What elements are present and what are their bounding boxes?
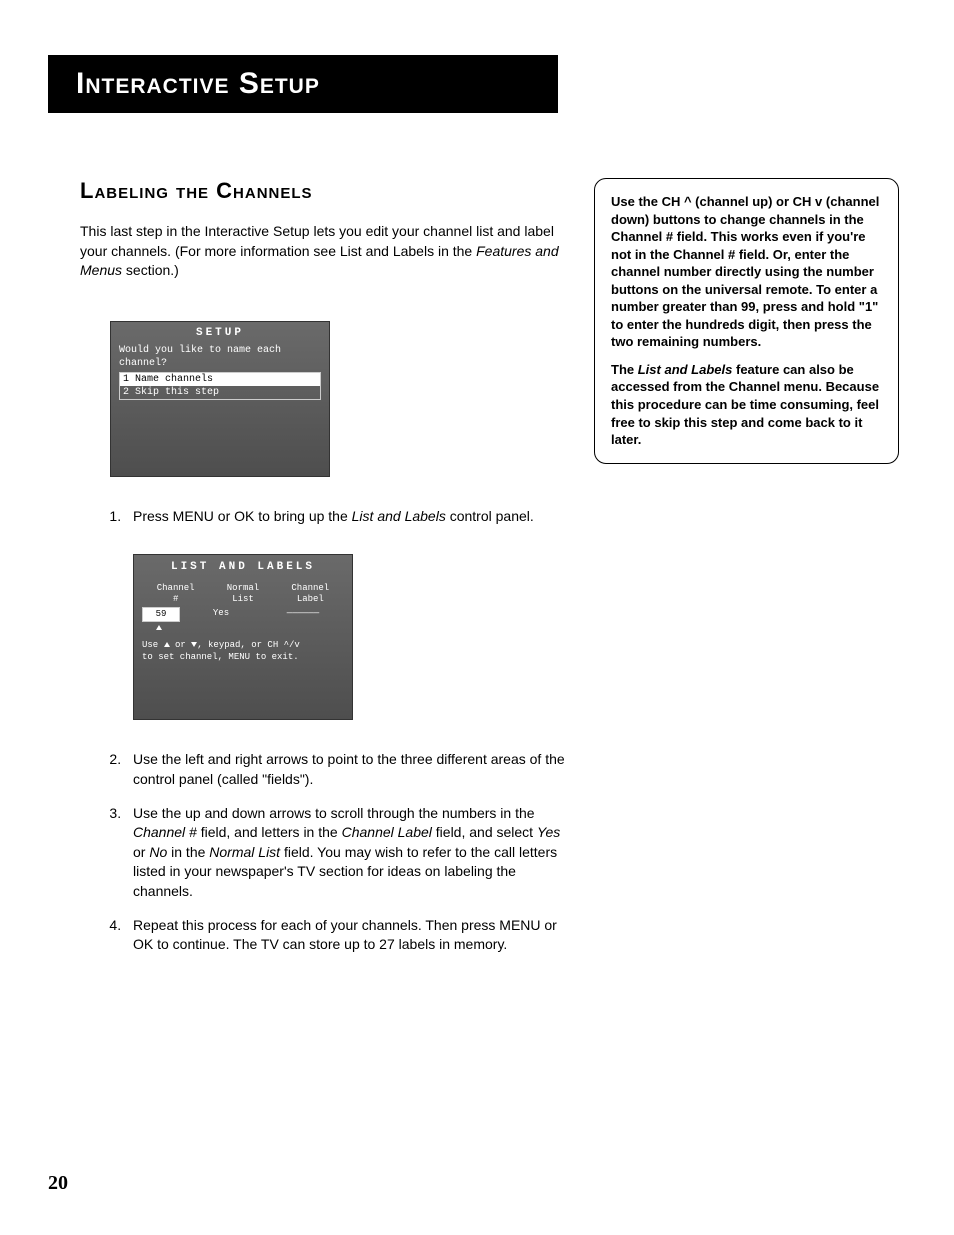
setup-option-2: 2 Skip this step — [120, 386, 320, 399]
step-3: Use the up and down arrows to scroll thr… — [125, 804, 575, 902]
labels-screen-title: LIST AND LABELS — [134, 555, 352, 578]
header-title: Interactive Setup — [76, 67, 538, 101]
sidebar-p1: Use the CH ^ (channel up) or CH v (chann… — [611, 193, 882, 351]
sidebar-p2: The List and Labels feature can also be … — [611, 361, 882, 449]
col-channel-label: Channel Label — [277, 583, 344, 605]
step1-italic: List and Labels — [352, 508, 446, 524]
col-normal-list: Normal List — [209, 583, 276, 605]
arrow-up-icon — [156, 625, 162, 630]
sidebar-note: Use the CH ^ (channel up) or CH v (chann… — [594, 178, 899, 464]
label-value: —————— — [262, 607, 344, 622]
setup-screen: SETUP Would you like to name each channe… — [110, 321, 330, 477]
setup-prompt-line2: channel? — [119, 357, 321, 370]
labels-screen: LIST AND LABELS Channel # Normal List Ch… — [133, 554, 353, 720]
page-header: Interactive Setup — [48, 55, 558, 113]
step-4: Repeat this process for each of your cha… — [125, 916, 575, 955]
step1-text-b: control panel. — [446, 508, 534, 524]
labels-value-row: 59 Yes —————— — [142, 607, 344, 622]
col-channel-num: Channel # — [142, 583, 209, 605]
setup-prompt-line1: Would you like to name each — [119, 344, 321, 357]
intro-paragraph: This last step in the Interactive Setup … — [80, 222, 575, 281]
step1-text-a: Press MENU or OK to bring up the — [133, 508, 352, 524]
step-2: Use the left and right arrows to point t… — [125, 750, 575, 789]
setup-option-1: 1 Name channels — [120, 373, 320, 386]
list-value: Yes — [180, 607, 262, 622]
setup-screen-title: SETUP — [111, 322, 329, 342]
channel-arrow-hint — [134, 623, 352, 634]
steps-list: Press MENU or OK to bring up the List an… — [80, 507, 575, 955]
channel-value: 59 — [142, 607, 180, 622]
labels-columns: Channel # Normal List Channel Label — [134, 579, 352, 607]
page-number: 20 — [48, 1172, 68, 1195]
step-1: Press MENU or OK to bring up the List an… — [125, 507, 575, 721]
labels-hint: Use or , keypad, or CH ^/v to set channe… — [134, 634, 352, 669]
main-column: Labeling the Channels This last step in … — [80, 178, 575, 969]
section-title: Labeling the Channels — [80, 178, 575, 204]
intro-text-2: section.) — [122, 262, 179, 278]
setup-menu: 1 Name channels 2 Skip this step — [119, 372, 321, 400]
